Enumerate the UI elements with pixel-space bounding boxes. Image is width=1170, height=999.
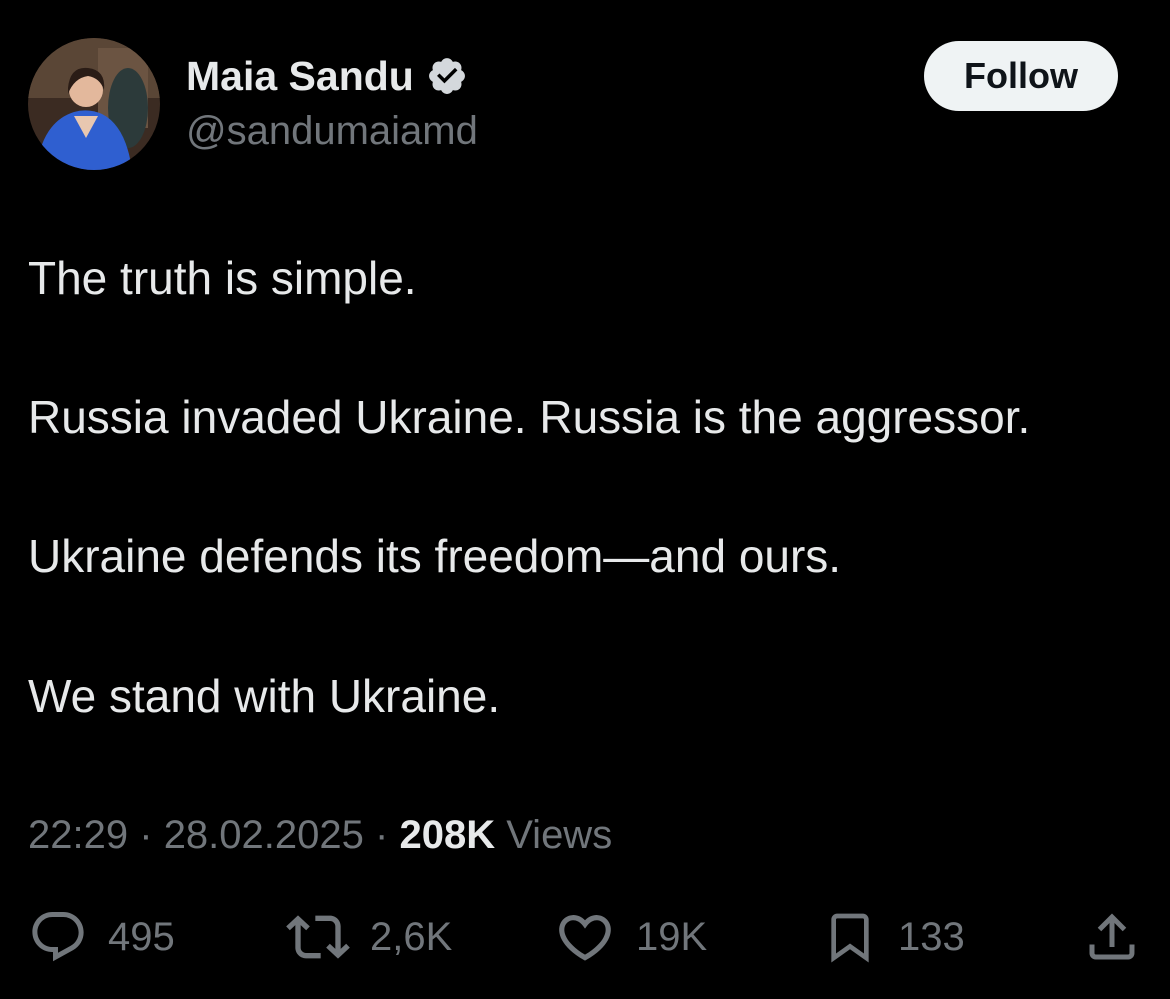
display-name[interactable]: Maia Sandu bbox=[186, 52, 414, 100]
retweet-icon bbox=[286, 915, 350, 959]
tweet-text-line-3: Ukraine defends its freedom—and ours. bbox=[28, 530, 842, 582]
like-count: 19K bbox=[636, 914, 708, 959]
display-name-row[interactable]: Maia Sandu bbox=[186, 52, 468, 100]
tweet-text-line-1: The truth is simple. bbox=[28, 252, 417, 304]
meta-separator: · bbox=[375, 813, 389, 857]
like-button[interactable]: 19K bbox=[554, 905, 707, 969]
reply-count: 495 bbox=[108, 914, 175, 959]
retweet-button[interactable]: 2,6K bbox=[286, 905, 452, 969]
bookmark-button[interactable]: 133 bbox=[822, 905, 965, 969]
follow-button[interactable]: Follow bbox=[924, 41, 1118, 111]
tweet-time[interactable]: 22:29 bbox=[28, 813, 128, 857]
verified-badge-icon[interactable] bbox=[426, 55, 468, 97]
tweet-text-line-4: We stand with Ukraine. bbox=[28, 670, 501, 722]
share-icon bbox=[1089, 913, 1135, 960]
meta-separator: · bbox=[139, 813, 153, 857]
heart-icon bbox=[559, 915, 611, 961]
bookmark-count: 133 bbox=[898, 914, 965, 959]
share-button[interactable] bbox=[1082, 905, 1142, 969]
tweet-actions: 495 2,6K 19K 133 bbox=[0, 905, 1170, 969]
tweet-metadata: 22:29 · 28.02.2025 · 208K Views bbox=[28, 810, 612, 860]
reply-icon bbox=[32, 912, 84, 962]
avatar[interactable] bbox=[28, 38, 160, 170]
avatar-photo bbox=[28, 38, 160, 170]
tweet-date[interactable]: 28.02.2025 bbox=[164, 813, 364, 857]
bookmark-icon bbox=[831, 913, 869, 963]
user-handle[interactable]: @sandumaiamd bbox=[186, 107, 478, 155]
views-label[interactable]: Views bbox=[506, 813, 612, 857]
reply-button[interactable]: 495 bbox=[28, 905, 175, 969]
tweet-text-line-2: Russia invaded Ukraine. Russia is the ag… bbox=[28, 391, 1031, 443]
views-count[interactable]: 208K bbox=[399, 813, 495, 857]
retweet-count: 2,6K bbox=[370, 914, 453, 959]
